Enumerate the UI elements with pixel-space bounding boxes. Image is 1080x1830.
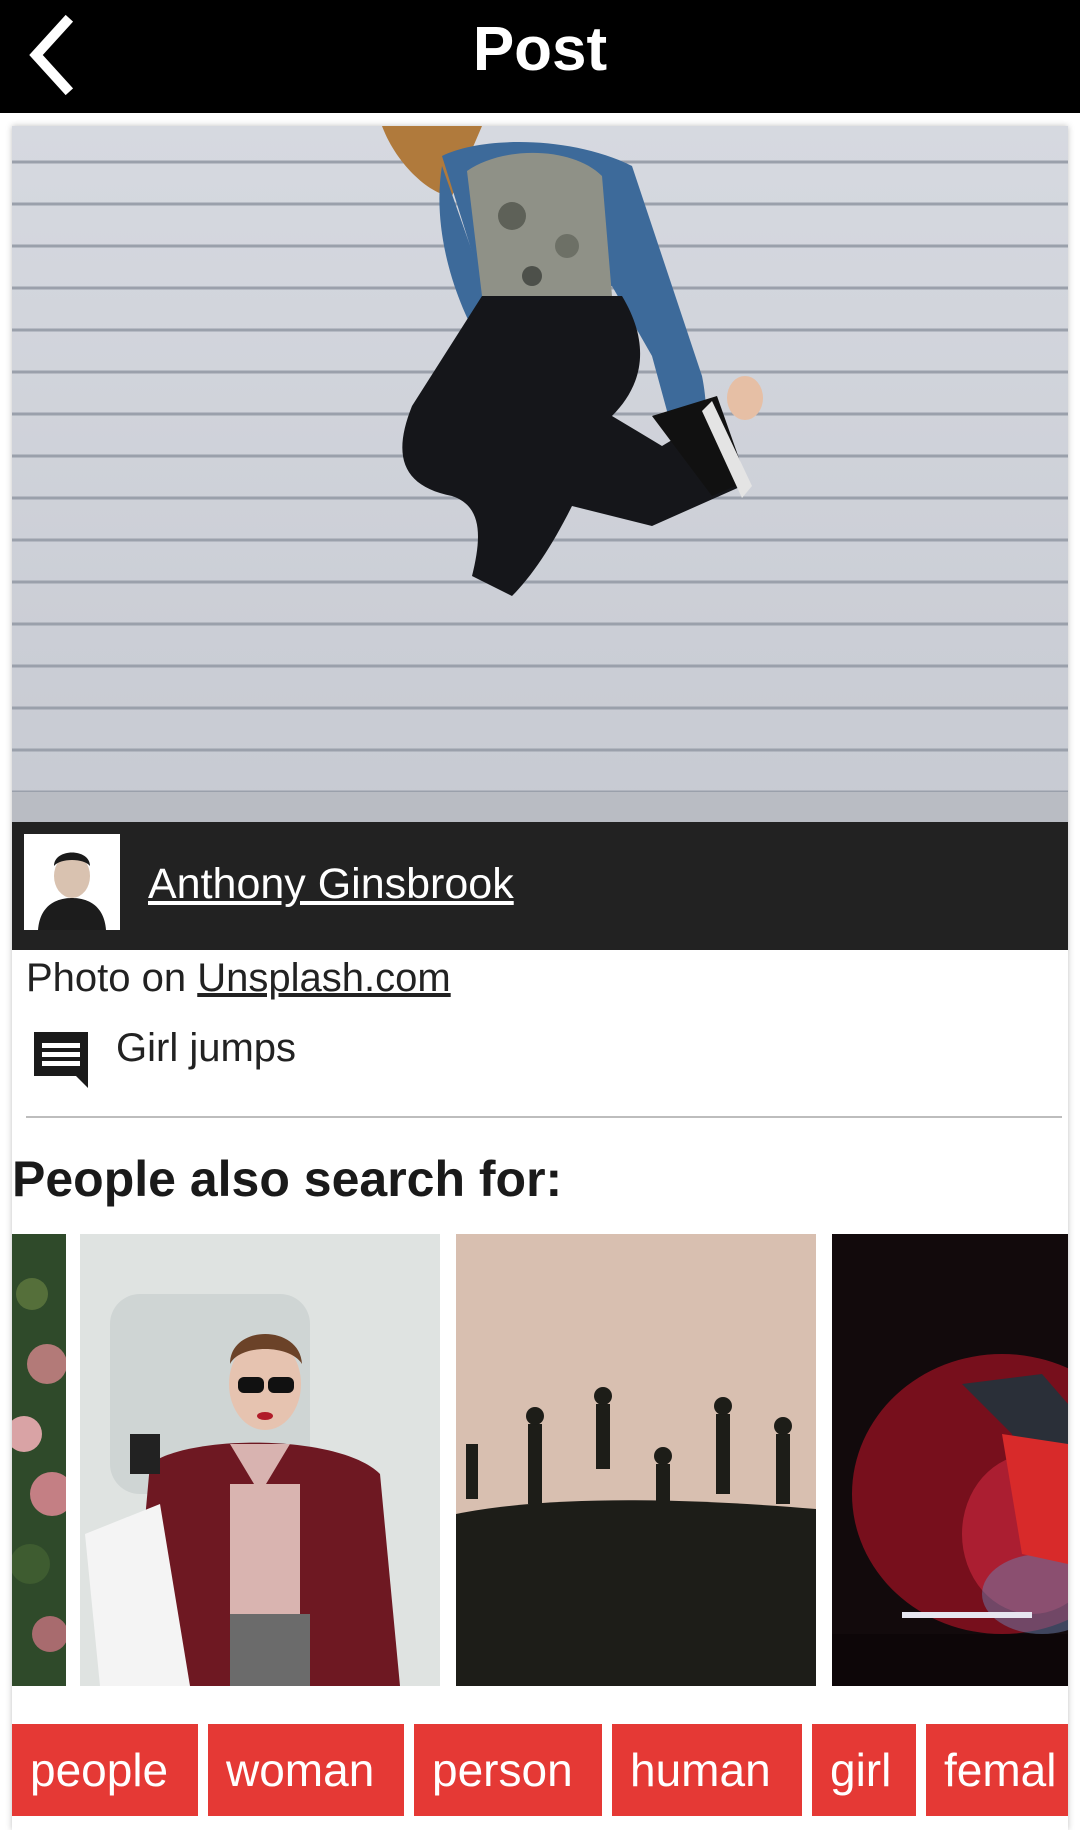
tag-chip[interactable]: human [612,1724,802,1816]
thumbnail-jumping-silhouettes[interactable] [456,1234,816,1686]
tag-chip[interactable]: woman [208,1724,404,1816]
related-thumbnails [12,1234,1068,1686]
app-bar: Post [0,0,1080,113]
thumbnail-woman-shopping[interactable] [80,1234,440,1686]
tag-chip[interactable]: girl [812,1724,916,1816]
post-caption: Girl jumps [116,1026,297,1070]
tag-chip[interactable]: femal [926,1724,1068,1816]
author-bar: Anthony Ginsbrook [12,822,1068,950]
thumbnail-flowers[interactable] [12,1234,66,1686]
author-name-link[interactable]: Anthony Ginsbrook [148,860,514,909]
source-link[interactable]: Unsplash.com [197,956,450,1000]
thumbnail-breakdancer[interactable] [832,1234,1068,1686]
avatar[interactable] [24,834,120,930]
post-card: Anthony Ginsbrook Photo on Unsplash.com … [12,126,1068,1830]
page-title: Post [472,15,608,84]
tag-chip[interactable]: people [12,1724,198,1816]
tag-list: people woman person human girl femal [12,1724,1068,1816]
comment-icon [28,1026,94,1092]
post-photo[interactable] [12,126,1068,822]
related-section-title: People also search for: [12,1151,563,1207]
photo-source: Photo on Unsplash.com [26,956,451,1001]
divider [26,1116,1062,1118]
tag-chip[interactable]: person [414,1724,602,1816]
source-prefix: Photo on [26,956,198,1000]
